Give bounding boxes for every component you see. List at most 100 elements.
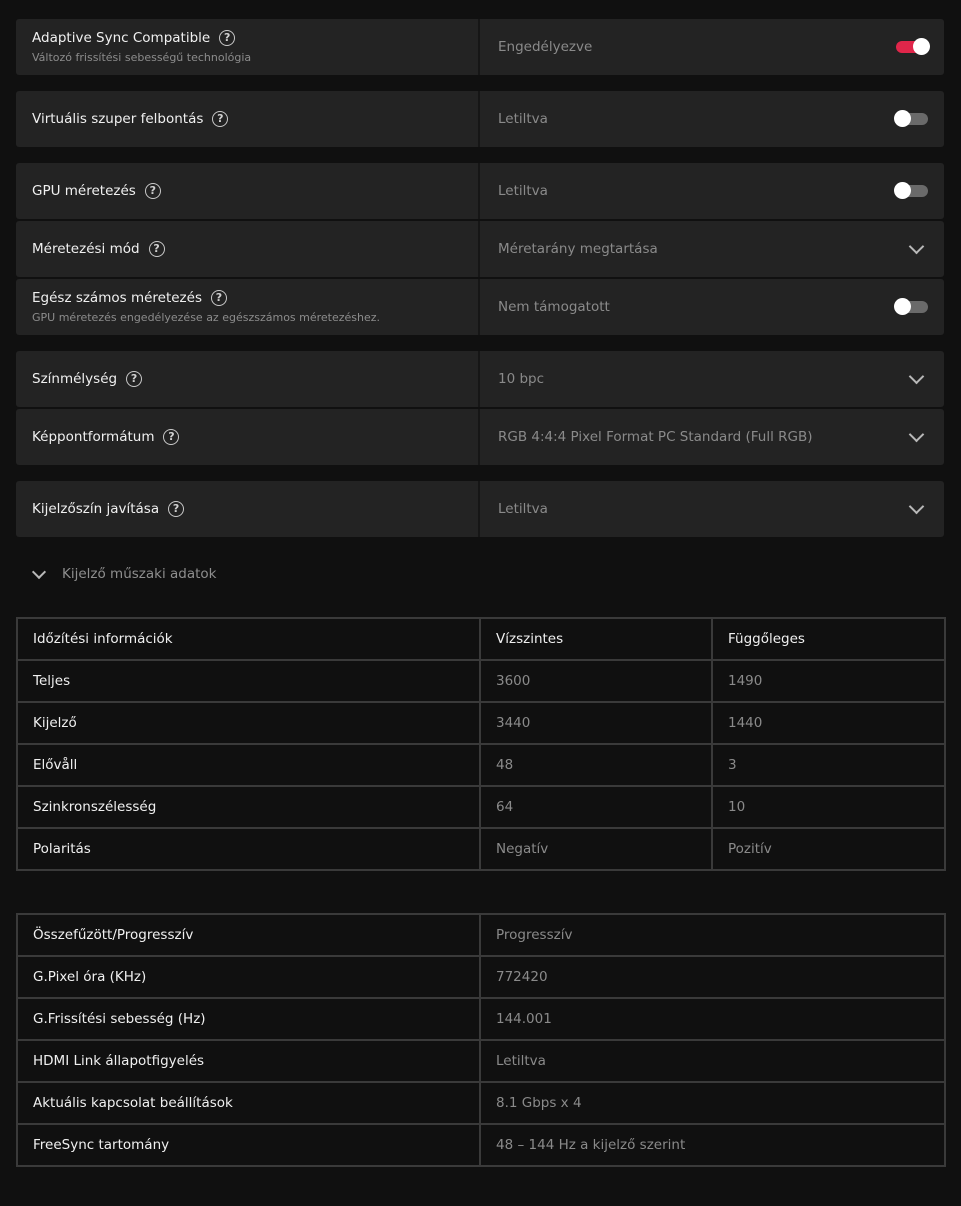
gpu-scaling-label-cell: GPU méretezés ? [16,163,480,219]
pixel-format-dropdown[interactable]: RGB 4:4:4 Pixel Format PC Standard (Full… [480,409,944,465]
column-header: Függőleges [711,617,946,661]
color-depth-value: 10 bpc [498,371,545,387]
cell-value: Negatív [479,827,713,871]
toggle-knob [894,298,911,315]
row-label: Teljes [16,659,481,703]
scaling-mode-dropdown[interactable]: Méretarány megtartása [480,221,944,277]
link-info-table: Összefűzött/Progresszív Progresszív G.Pi… [16,913,946,1167]
help-icon[interactable]: ? [144,183,161,199]
color-depth-dropdown[interactable]: 10 bpc [480,351,944,407]
chevron-down-icon[interactable] [908,426,925,443]
timing-table: Időzítési információk Vízszintes Függőle… [16,617,946,871]
toggle-knob [913,38,930,55]
row-label: FreeSync tartomány [16,1123,481,1167]
cell-value: 772420 [479,955,946,999]
pixel-format-value: RGB 4:4:4 Pixel Format PC Standard (Full… [498,429,813,445]
chevron-down-icon[interactable] [31,564,47,579]
cell-value: Pozitív [711,827,946,871]
table-row: Szinkronszélesség 64 10 [16,785,946,829]
table-row: HDMI Link állapotfigyelés Letiltva [16,1039,946,1083]
table-row: G.Pixel óra (KHz) 772420 [16,955,946,999]
cell-value: 1440 [711,701,946,745]
integer-scaling-label: Egész számos méretezés [32,290,202,306]
cell-value: Progresszív [479,913,946,957]
table-row: G.Frissítési sebesség (Hz) 144.001 [16,997,946,1041]
scaling-mode-label: Méretezési mód [32,241,140,257]
pixel-format-title: Képpontformátum ? [32,429,478,445]
adaptive-sync-value-cell: Engedélyezve [480,19,944,75]
vsr-toggle[interactable] [894,110,928,127]
color-enhancement-dropdown[interactable]: Letiltva [480,481,944,537]
adaptive-sync-group: Adaptive Sync Compatible ? Változó friss… [16,19,944,75]
toggle-knob [894,110,911,127]
table-header-row: Időzítési információk Vízszintes Függőle… [16,617,946,661]
pixel-format-label: Képpontformátum [32,429,155,445]
help-icon[interactable]: ? [163,429,180,445]
color-depth-row[interactable]: Színmélység ? 10 bpc [16,351,944,407]
integer-scaling-row: Egész számos méretezés ? GPU méretezés e… [16,279,944,335]
vsr-value: Letiltva [498,111,548,127]
integer-scaling-toggle[interactable] [894,298,928,315]
pixel-format-row[interactable]: Képpontformátum ? RGB 4:4:4 Pixel Format… [16,409,944,465]
help-icon[interactable]: ? [148,241,165,257]
table-row: Aktuális kapcsolat beállítások 8.1 Gbps … [16,1081,946,1125]
row-label: Kijelző [16,701,481,745]
row-label: G.Frissítési sebesség (Hz) [16,997,481,1041]
color-depth-title: Színmélység ? [32,371,478,387]
table-row: Elővåll 48 3 [16,743,946,787]
integer-scaling-value: Nem támogatott [498,299,610,315]
row-label: Összefűzött/Progresszív [16,913,481,957]
cell-value: 10 [711,785,946,829]
table-row: Kijelző 3440 1440 [16,701,946,745]
integer-scaling-title: Egész számos méretezés ? [32,290,478,306]
integer-scaling-label-cell: Egész számos méretezés ? GPU méretezés e… [16,279,480,335]
help-icon[interactable]: ? [219,30,236,46]
row-label: Polaritás [16,827,481,871]
cell-value: 48 – 144 Hz a kijelző szerint [479,1123,946,1167]
gpu-scaling-title: GPU méretezés ? [32,183,478,199]
color-enhancement-row[interactable]: Kijelzőszín javítása ? Letiltva [16,481,944,537]
cell-value: 48 [479,743,713,787]
gpu-scaling-label: GPU méretezés [32,183,136,199]
help-icon[interactable]: ? [212,111,229,127]
vsr-row: Virtuális szuper felbontás ? Letiltva [16,91,944,147]
color-depth-label: Színmélység [32,371,118,387]
help-icon[interactable]: ? [210,290,227,306]
row-label: Szinkronszélesség [16,785,481,829]
adaptive-sync-row: Adaptive Sync Compatible ? Változó friss… [16,19,944,75]
pixel-format-label-cell: Képpontformátum ? [16,409,480,465]
adaptive-sync-label: Adaptive Sync Compatible [32,30,211,46]
gpu-scaling-value: Letiltva [498,183,548,199]
scaling-group: GPU méretezés ? Letiltva Méretezési mód … [16,163,944,335]
scaling-mode-row[interactable]: Méretezési mód ? Méretarány megtartása [16,221,944,277]
vsr-group: Virtuális szuper felbontás ? Letiltva [16,91,944,147]
adaptive-sync-label-cell: Adaptive Sync Compatible ? Változó friss… [16,19,480,75]
adaptive-sync-toggle[interactable] [896,38,930,55]
color-enhancement-label-cell: Kijelzőszín javítása ? [16,481,480,537]
help-icon[interactable]: ? [168,501,185,517]
color-enhancement-value: Letiltva [498,501,548,517]
vsr-label: Virtuális szuper felbontás [32,111,204,127]
cell-value: 144.001 [479,997,946,1041]
chevron-down-icon[interactable] [908,498,925,515]
gpu-scaling-row: GPU méretezés ? Letiltva [16,163,944,219]
toggle-knob [894,182,911,199]
chevron-down-icon[interactable] [908,368,925,385]
adaptive-sync-description: Változó frissítési sebességű technológia [32,51,252,64]
display-specs-label: Kijelző műszaki adatok [62,566,217,582]
display-specs-toggle[interactable]: Kijelző műszaki adatok [30,564,217,582]
help-icon[interactable]: ? [126,371,143,387]
row-label: G.Pixel óra (KHz) [16,955,481,999]
column-header: Vízszintes [479,617,713,661]
gpu-scaling-toggle[interactable] [894,182,928,199]
table-row: Összefűzött/Progresszív Progresszív [16,913,946,957]
row-label: Aktuális kapcsolat beállítások [16,1081,481,1125]
integer-scaling-value-cell: Nem támogatott [480,279,944,335]
chevron-down-icon[interactable] [908,238,925,255]
adaptive-sync-title: Adaptive Sync Compatible ? [32,30,478,46]
cell-value: 3440 [479,701,713,745]
cell-value: 3 [711,743,946,787]
integer-scaling-description: GPU méretezés engedélyezése az egészszám… [32,311,381,324]
scaling-mode-title: Méretezési mód ? [32,241,478,257]
row-label: Elővåll [16,743,481,787]
